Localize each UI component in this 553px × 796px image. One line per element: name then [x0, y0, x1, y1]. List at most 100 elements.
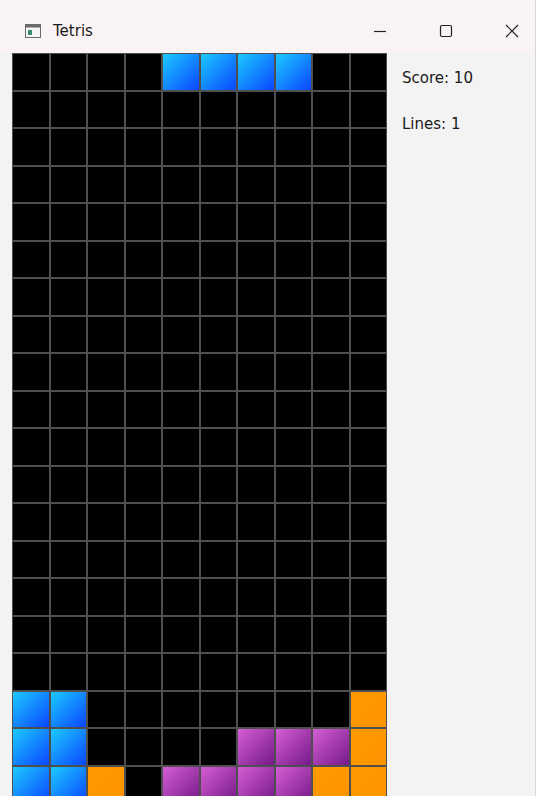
maximize-icon: [438, 23, 454, 39]
empty-cell: [201, 467, 237, 503]
empty-cell: [201, 692, 237, 728]
empty-cell: [201, 204, 237, 240]
empty-cell: [238, 92, 274, 128]
empty-cell: [51, 54, 87, 90]
empty-cell: [126, 167, 162, 203]
empty-cell: [126, 542, 162, 578]
block-cell: [238, 729, 274, 765]
empty-cell: [351, 392, 387, 428]
empty-cell: [201, 242, 237, 278]
empty-cell: [88, 129, 124, 165]
empty-cell: [126, 354, 162, 390]
empty-cell: [51, 654, 87, 690]
empty-cell: [238, 542, 274, 578]
maximize-button[interactable]: [423, 13, 469, 49]
title-bar: Tetris: [0, 0, 535, 53]
empty-cell: [238, 429, 274, 465]
window-title: Tetris: [53, 22, 93, 40]
empty-cell: [313, 242, 349, 278]
empty-cell: [126, 617, 162, 653]
empty-cell: [201, 354, 237, 390]
empty-cell: [51, 242, 87, 278]
empty-cell: [351, 579, 387, 615]
empty-cell: [201, 542, 237, 578]
app-icon: [25, 24, 41, 38]
empty-cell: [13, 204, 49, 240]
empty-cell: [13, 579, 49, 615]
minimize-button[interactable]: [357, 13, 403, 49]
empty-cell: [201, 729, 237, 765]
empty-cell: [13, 504, 49, 540]
empty-cell: [13, 542, 49, 578]
empty-cell: [13, 654, 49, 690]
close-button[interactable]: [489, 13, 535, 49]
empty-cell: [13, 167, 49, 203]
empty-cell: [163, 467, 199, 503]
empty-cell: [163, 204, 199, 240]
empty-cell: [88, 729, 124, 765]
block-cell: [163, 767, 199, 796]
empty-cell: [351, 167, 387, 203]
block-cell: [13, 692, 49, 728]
empty-cell: [163, 392, 199, 428]
empty-cell: [238, 279, 274, 315]
empty-cell: [163, 167, 199, 203]
empty-cell: [163, 129, 199, 165]
empty-cell: [351, 542, 387, 578]
empty-cell: [313, 429, 349, 465]
empty-cell: [238, 692, 274, 728]
empty-cell: [163, 504, 199, 540]
empty-cell: [88, 54, 124, 90]
block-cell: [51, 729, 87, 765]
block-cell: [313, 729, 349, 765]
block-cell: [163, 54, 199, 90]
empty-cell: [276, 92, 312, 128]
empty-cell: [88, 654, 124, 690]
window-controls: [337, 13, 535, 49]
empty-cell: [313, 504, 349, 540]
block-cell: [51, 692, 87, 728]
empty-cell: [201, 579, 237, 615]
game-area: Score: 10 Lines: 1: [0, 53, 535, 796]
empty-cell: [88, 204, 124, 240]
empty-cell: [163, 617, 199, 653]
empty-cell: [13, 467, 49, 503]
empty-cell: [163, 242, 199, 278]
empty-cell: [126, 392, 162, 428]
empty-cell: [238, 167, 274, 203]
empty-cell: [201, 92, 237, 128]
empty-cell: [351, 242, 387, 278]
block-cell: [201, 767, 237, 796]
empty-cell: [88, 579, 124, 615]
empty-cell: [313, 54, 349, 90]
empty-cell: [238, 617, 274, 653]
empty-cell: [126, 467, 162, 503]
empty-cell: [276, 654, 312, 690]
empty-cell: [238, 392, 274, 428]
empty-cell: [13, 317, 49, 353]
empty-cell: [313, 542, 349, 578]
empty-cell: [13, 242, 49, 278]
empty-cell: [126, 429, 162, 465]
empty-cell: [313, 317, 349, 353]
empty-cell: [276, 242, 312, 278]
block-cell: [238, 767, 274, 796]
empty-cell: [88, 617, 124, 653]
empty-cell: [313, 692, 349, 728]
empty-cell: [201, 617, 237, 653]
empty-cell: [88, 429, 124, 465]
empty-cell: [238, 129, 274, 165]
empty-cell: [313, 279, 349, 315]
empty-cell: [201, 167, 237, 203]
stat-label: Score: 10: [402, 68, 527, 88]
empty-cell: [238, 317, 274, 353]
empty-cell: [238, 504, 274, 540]
empty-cell: [88, 504, 124, 540]
block-cell: [276, 767, 312, 796]
empty-cell: [313, 129, 349, 165]
empty-cell: [351, 54, 387, 90]
empty-cell: [201, 504, 237, 540]
close-icon: [504, 23, 520, 39]
stat-label: Lines: 1: [402, 114, 527, 134]
empty-cell: [313, 204, 349, 240]
